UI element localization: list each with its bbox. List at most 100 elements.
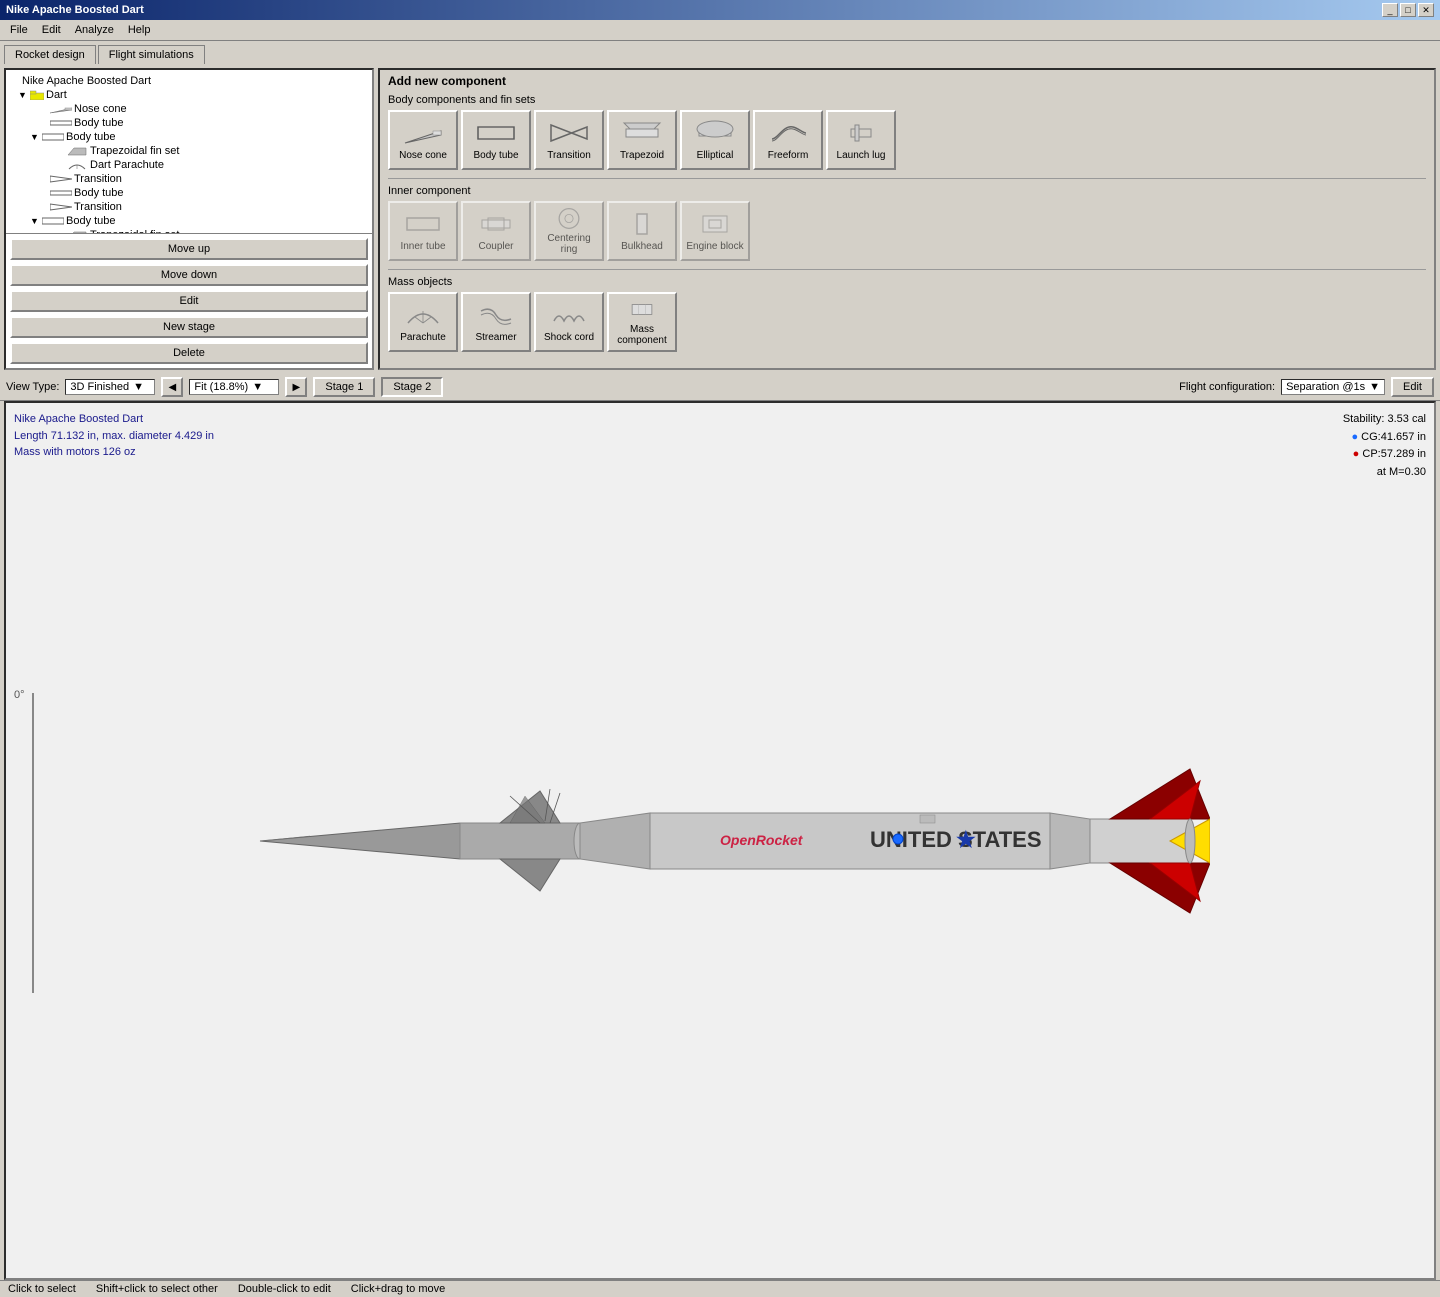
body-tube-tree-icon-4 xyxy=(42,216,64,226)
folder-icon xyxy=(30,90,44,100)
trapezoid-btn[interactable]: Trapezoid xyxy=(607,110,677,170)
stage1-button[interactable]: Stage 1 xyxy=(313,377,375,397)
dart-expand[interactable]: ▼ xyxy=(18,90,30,100)
body-tube-tree-icon-3 xyxy=(50,188,72,198)
cp-info: ● CP:57.289 in xyxy=(1343,446,1426,464)
status-click-drag: Click+drag to move xyxy=(351,1283,445,1295)
menu-help[interactable]: Help xyxy=(122,22,157,38)
rocket-view-container: 0° Nike Apache Boosted Dart Length 71.13… xyxy=(4,401,1436,1280)
rocket-length: Length 71.132 in, max. diameter 4.429 in xyxy=(14,428,214,445)
move-down-button[interactable]: Move down xyxy=(10,264,368,286)
upper-content: Nike Apache Boosted Dart ▼ Dart xyxy=(0,64,1440,374)
fin-tree-icon-1 xyxy=(66,146,88,156)
menu-file[interactable]: File xyxy=(4,22,34,38)
transition-1-label: Transition xyxy=(74,173,122,185)
body-tube-2-label: Body tube xyxy=(66,131,116,143)
rocket-svg: OpenRocket UNITED STATES ★ xyxy=(230,741,1210,941)
body-tube-tree-icon-1 xyxy=(50,118,72,128)
centering-ring-btn[interactable]: Centering ring xyxy=(534,201,604,261)
inner-tube-btn-label: Inner tube xyxy=(400,241,445,252)
view-type-select[interactable]: 3D Finished ▼ xyxy=(65,379,155,395)
tree-trap-fin-1[interactable]: Trapezoidal fin set xyxy=(10,144,368,158)
tab-rocket-design[interactable]: Rocket design xyxy=(4,45,96,64)
body-tube-tree-icon-2 xyxy=(42,132,64,142)
window-title: Nike Apache Boosted Dart xyxy=(6,4,144,16)
maximize-button[interactable]: □ xyxy=(1400,3,1416,17)
flight-config-dropdown-icon: ▼ xyxy=(1369,381,1380,393)
parachute-btn[interactable]: Parachute xyxy=(388,292,458,352)
elliptical-btn[interactable]: Elliptical xyxy=(680,110,750,170)
nose-cone-btn[interactable]: Nose cone xyxy=(388,110,458,170)
tree-root[interactable]: Nike Apache Boosted Dart xyxy=(10,74,368,88)
dart-parachute-label: Dart Parachute xyxy=(90,159,164,171)
nav-left-button[interactable]: ◀ xyxy=(161,377,183,397)
mass-component-btn[interactable]: Mass component xyxy=(607,292,677,352)
minimize-button[interactable]: _ xyxy=(1382,3,1398,17)
status-click-select: Click to select xyxy=(8,1283,76,1295)
bulkhead-preview xyxy=(622,210,662,238)
right-panel: Add new component Body components and fi… xyxy=(378,68,1436,370)
close-button[interactable]: ✕ xyxy=(1418,3,1434,17)
cg-info: ● CG:41.657 in xyxy=(1343,429,1426,447)
nozzle xyxy=(1185,819,1195,863)
tree-dart-parachute[interactable]: Dart Parachute xyxy=(10,158,368,172)
shock-cord-btn-label: Shock cord xyxy=(544,332,594,343)
engine-block-btn[interactable]: Engine block xyxy=(680,201,750,261)
transition-btn[interactable]: Transition xyxy=(534,110,604,170)
centering-ring-btn-label: Centering ring xyxy=(540,233,598,255)
streamer-btn-label: Streamer xyxy=(475,332,516,343)
tree-body-tube-3[interactable]: Body tube xyxy=(10,186,368,200)
parachute-btn-label: Parachute xyxy=(400,332,446,343)
rocket-canvas: 0° Nike Apache Boosted Dart Length 71.13… xyxy=(6,403,1434,1278)
menu-edit[interactable]: Edit xyxy=(36,22,67,38)
parachute-preview xyxy=(403,301,443,329)
menu-analyze[interactable]: Analyze xyxy=(69,22,120,38)
freeform-btn[interactable]: Freeform xyxy=(753,110,823,170)
new-stage-button[interactable]: New stage xyxy=(10,316,368,338)
body-tube-2-expand[interactable]: ▼ xyxy=(30,132,42,142)
transition-svg xyxy=(580,813,650,869)
flight-config-value: Separation @1s xyxy=(1286,381,1365,393)
main-body-tube-svg: OpenRocket UNITED STATES ★ xyxy=(650,813,1050,869)
launch-lug-btn[interactable]: Launch lug xyxy=(826,110,896,170)
tree-body-tube-2[interactable]: ▼ Body tube xyxy=(10,130,368,144)
launch-lug-preview xyxy=(841,119,881,147)
status-bar: Click to select Shift+click to select ot… xyxy=(0,1280,1440,1297)
inner-tube-btn[interactable]: Inner tube xyxy=(388,201,458,261)
flight-config-select[interactable]: Separation @1s ▼ xyxy=(1281,379,1385,395)
coupler-btn[interactable]: Coupler xyxy=(461,201,531,261)
shock-cord-btn[interactable]: Shock cord xyxy=(534,292,604,352)
body-tube-4-expand[interactable]: ▼ xyxy=(30,216,42,226)
tree-nose-cone[interactable]: Nose cone xyxy=(10,102,368,116)
inner-component-label: Inner component xyxy=(388,185,1426,197)
tab-flight-simulations[interactable]: Flight simulations xyxy=(98,45,205,64)
delete-button[interactable]: Delete xyxy=(10,342,368,364)
nav-right-button[interactable]: ▶ xyxy=(285,377,307,397)
move-up-button[interactable]: Move up xyxy=(10,238,368,260)
divider-1 xyxy=(388,178,1426,179)
tree-transition-1[interactable]: Transition xyxy=(10,172,368,186)
edit-button[interactable]: Edit xyxy=(10,290,368,312)
transition-btn-label: Transition xyxy=(547,150,591,161)
fit-select[interactable]: Fit (18.8%) ▼ xyxy=(189,379,279,395)
trap-fin-1-label: Trapezoidal fin set xyxy=(90,145,179,157)
cg-value: CG:41.657 in xyxy=(1361,431,1426,443)
streamer-btn[interactable]: Streamer xyxy=(461,292,531,352)
rocket-info-left: Nike Apache Boosted Dart Length 71.132 i… xyxy=(14,411,214,461)
tree-dart[interactable]: ▼ Dart xyxy=(10,88,368,102)
tree-transition-2[interactable]: Transition xyxy=(10,200,368,214)
view-type-value: 3D Finished xyxy=(70,381,129,393)
mass-component-preview xyxy=(622,298,662,321)
component-tree[interactable]: Nike Apache Boosted Dart ▼ Dart xyxy=(6,70,372,233)
nose-cone-preview xyxy=(403,119,443,147)
flight-config-edit-button[interactable]: Edit xyxy=(1391,377,1434,397)
stage2-button[interactable]: Stage 2 xyxy=(381,377,443,397)
body-tube-btn[interactable]: Body tube xyxy=(461,110,531,170)
nose-cone-tree-icon xyxy=(50,104,72,114)
bulkhead-btn[interactable]: Bulkhead xyxy=(607,201,677,261)
openrocket-text: OpenRocket xyxy=(720,832,804,848)
tree-body-tube-1[interactable]: Body tube xyxy=(10,116,368,130)
inner-components-section: Inner component Inner tube xyxy=(380,183,1434,265)
tree-body-tube-4[interactable]: ▼ Body tube xyxy=(10,214,368,228)
body-components-grid: Nose cone Body tube xyxy=(388,110,1426,170)
